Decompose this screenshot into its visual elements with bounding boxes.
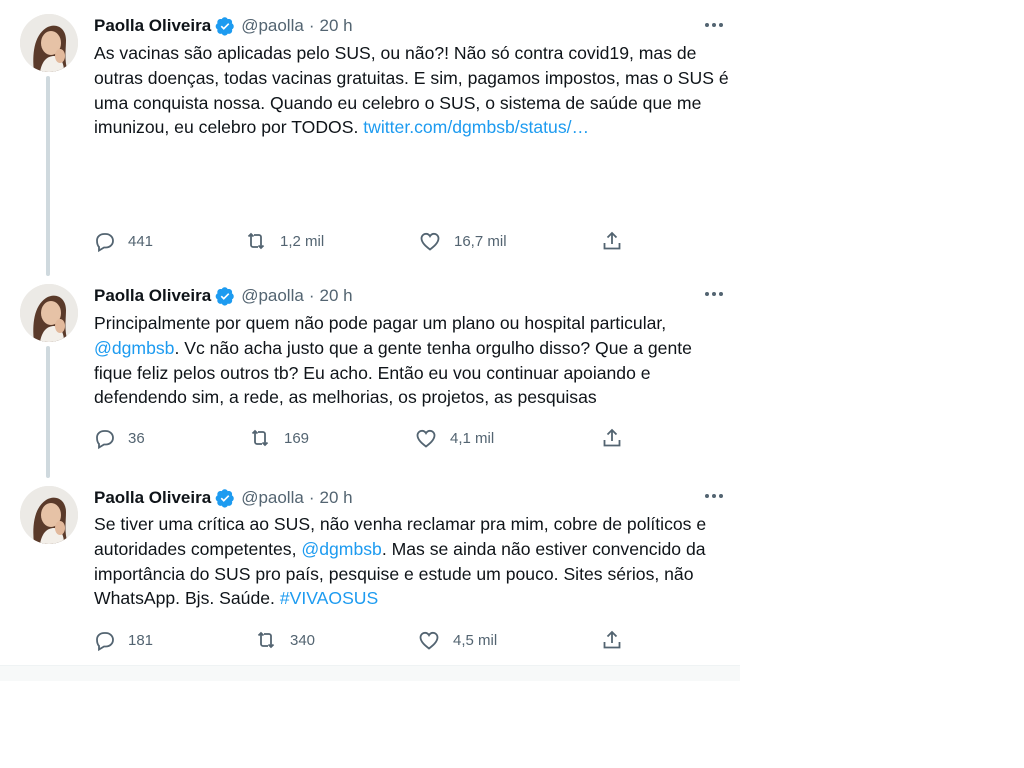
retweet-icon [257, 631, 275, 649]
tweet-text: As vacinas são aplicadas pelo SUS, ou nã… [94, 41, 729, 140]
mention-link[interactable]: @dgmbsb [301, 539, 381, 559]
reply-icon [96, 233, 114, 253]
tweet-actions: 441 1,2 mil 16,7 mil [92, 229, 652, 253]
tweet-text-segment: . Vc não acha justo que a gente tenha or… [94, 337, 697, 408]
more-options-button[interactable] [700, 284, 728, 304]
heart-icon [420, 232, 440, 251]
mention-link[interactable]: @dgmbsb [94, 338, 174, 358]
author-name[interactable]: Paolla Oliveira [94, 286, 211, 306]
author-name[interactable]: Paolla Oliveira [94, 488, 211, 508]
reply-icon [96, 632, 114, 652]
verified-badge-icon [215, 17, 234, 36]
share-icon [603, 630, 621, 649]
avatar[interactable] [20, 486, 78, 544]
reply-button[interactable]: 36 [92, 426, 145, 450]
retweet-button[interactable]: 340 [254, 628, 315, 652]
like-button[interactable]: 16,7 mil [418, 229, 507, 253]
like-count: 4,5 mil [453, 631, 498, 649]
tweet-actions: 181 340 4,5 mil [92, 628, 652, 652]
like-button[interactable]: 4,5 mil [417, 628, 497, 652]
share-button[interactable] [600, 426, 624, 450]
author-handle[interactable]: @paolla [241, 286, 304, 306]
share-button[interactable] [600, 628, 624, 652]
section-divider [0, 665, 740, 681]
avatar[interactable] [20, 284, 78, 342]
reply-count: 441 [128, 232, 154, 250]
share-button[interactable] [600, 229, 624, 253]
verified-badge-icon [215, 287, 234, 306]
tweet-header: Paolla Oliveira @paolla · 20 h [94, 15, 353, 37]
thread-line [46, 346, 50, 478]
more-options-button[interactable] [700, 486, 728, 506]
thread-line [46, 76, 50, 276]
more-icon [705, 292, 709, 296]
tweet-header: Paolla Oliveira @paolla · 20 h [94, 285, 353, 307]
retweet-button[interactable]: 169 [248, 426, 309, 450]
tweet-thread: Paolla Oliveira @paolla · 20 h As vacina… [0, 0, 740, 681]
like-button[interactable]: 4,1 mil [414, 426, 494, 450]
like-count: 16,7 mil [454, 232, 507, 250]
author-name[interactable]: Paolla Oliveira [94, 16, 211, 36]
share-icon [603, 231, 621, 250]
like-count: 4,1 mil [450, 429, 495, 447]
separator: · [308, 16, 315, 35]
reply-icon [96, 430, 114, 450]
heart-icon [416, 429, 436, 448]
more-icon [705, 23, 709, 27]
retweet-count: 340 [290, 631, 316, 649]
retweet-count: 169 [284, 429, 310, 447]
tweet-text: Principalmente por quem não pode pagar u… [94, 311, 729, 410]
retweet-icon [251, 429, 269, 447]
reply-count: 181 [128, 631, 154, 649]
separator: · [308, 286, 315, 305]
timestamp[interactable]: 20 h [320, 286, 353, 306]
tweet-actions: 36 169 4,1 mil [92, 426, 652, 450]
more-icon [705, 494, 709, 498]
author-handle[interactable]: @paolla [241, 16, 304, 36]
retweet-button[interactable]: 1,2 mil [244, 229, 324, 253]
tweet-link[interactable]: twitter.com/dgmbsb/status/… [363, 117, 589, 137]
tweet-text-segment: Principalmente por quem não pode pagar u… [94, 313, 672, 333]
timestamp[interactable]: 20 h [320, 16, 353, 36]
tweet-header: Paolla Oliveira @paolla · 20 h [94, 487, 353, 509]
author-handle[interactable]: @paolla [241, 488, 304, 508]
heart-icon [419, 631, 439, 650]
avatar[interactable] [20, 14, 78, 72]
reply-button[interactable]: 441 [92, 229, 153, 253]
separator: · [308, 488, 315, 507]
more-options-button[interactable] [700, 15, 728, 35]
timestamp[interactable]: 20 h [320, 488, 353, 508]
share-icon [603, 428, 621, 447]
retweet-icon [247, 232, 265, 250]
hashtag-link[interactable]: #VIVAOSUS [280, 588, 378, 608]
tweet-text: Se tiver uma crítica ao SUS, não venha r… [94, 512, 729, 611]
verified-badge-icon [215, 489, 234, 508]
reply-button[interactable]: 181 [92, 628, 153, 652]
retweet-count: 1,2 mil [280, 232, 325, 250]
reply-count: 36 [128, 429, 145, 447]
